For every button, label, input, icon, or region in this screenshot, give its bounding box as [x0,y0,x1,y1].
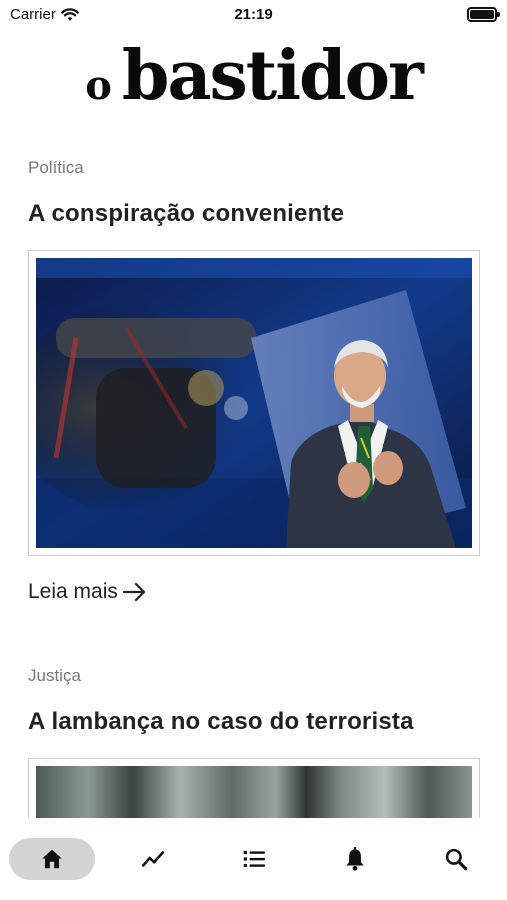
article-card[interactable]: Justiça A lambança no caso do terrorista [0,666,507,818]
tab-list[interactable] [211,838,297,880]
tab-trending[interactable] [110,838,196,880]
trending-icon [141,851,165,867]
article-photo [36,258,472,548]
article-category[interactable]: Política [28,158,479,178]
app-logo: o bastidor [0,36,507,116]
status-bar: Carrier 21:19 [0,0,507,30]
battery-icon [467,7,500,22]
search-icon [445,848,468,871]
article-card[interactable]: Política A conspiração conveniente Leia … [0,158,507,604]
article-headline[interactable]: A conspiração conveniente [28,200,479,228]
read-more-link[interactable]: Leia mais [28,580,479,604]
article-category[interactable]: Justiça [28,666,479,686]
logo-wordmark: bastidor [121,36,424,116]
article-image[interactable] [28,250,480,556]
tab-home[interactable] [9,838,95,880]
logo-prefix: o [85,62,112,109]
news-feed[interactable]: Política A conspiração conveniente Leia … [0,140,507,818]
arrow-right-icon [122,582,145,602]
tab-search[interactable] [413,838,499,880]
article-headline[interactable]: A lambança no caso do terrorista [28,708,479,736]
tab-bar [0,818,507,900]
article-photo [36,766,472,818]
article-image[interactable] [28,758,480,818]
bell-icon [346,847,364,871]
read-more-label: Leia mais [28,580,118,603]
tab-notifications[interactable] [312,838,398,880]
home-icon [42,849,62,869]
list-icon [243,850,265,868]
status-time: 21:19 [234,6,273,23]
